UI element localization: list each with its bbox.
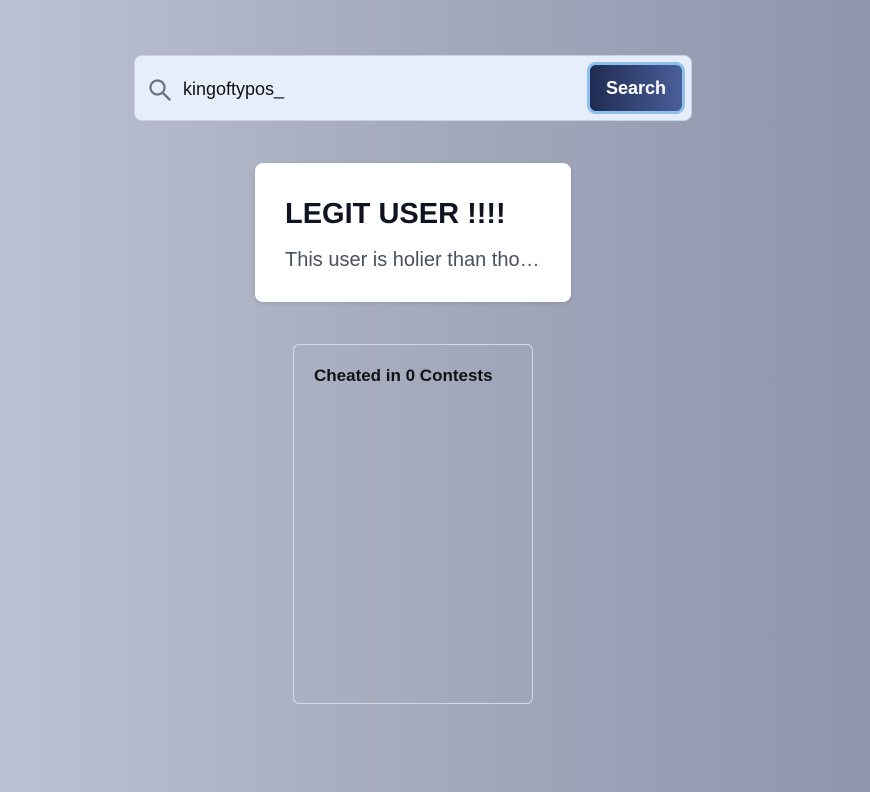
search-input[interactable] (183, 74, 573, 104)
status-description: This user is holier than thou... (285, 249, 543, 271)
search-bar: Search (134, 55, 692, 121)
search-icon (148, 78, 172, 102)
cheated-contests-panel: Cheated in 0 Contests (293, 344, 533, 704)
search-button[interactable]: Search (587, 62, 685, 114)
contests-count-heading: Cheated in 0 Contests (314, 366, 493, 385)
status-title: LEGIT USER !!!! (285, 198, 506, 230)
user-status-card: LEGIT USER !!!! This user is holier than… (255, 163, 571, 302)
